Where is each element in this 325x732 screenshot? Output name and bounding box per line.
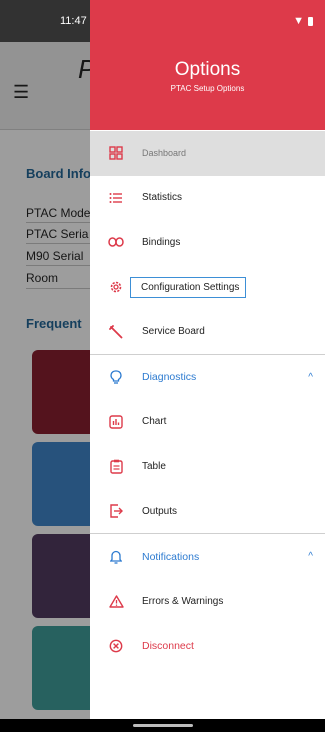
menu-item-label: Disconnect bbox=[142, 639, 194, 652]
dashboard-icon bbox=[90, 146, 142, 160]
home-gesture-handle[interactable] bbox=[133, 724, 193, 727]
menu-item-bindings[interactable]: Bindings bbox=[90, 220, 325, 265]
menu-item-table[interactable]: Table bbox=[90, 444, 325, 489]
menu-item-chart[interactable]: Chart bbox=[90, 400, 325, 445]
warning-icon bbox=[90, 595, 142, 608]
chevron-up-icon[interactable]: ^ bbox=[308, 372, 313, 383]
chevron-up-icon[interactable]: ^ bbox=[308, 551, 313, 562]
disconnect-icon bbox=[90, 639, 142, 653]
menu-section-label: Diagnostics bbox=[142, 371, 197, 384]
menu-item-label: Table bbox=[142, 460, 166, 472]
menu-item-label: Bindings bbox=[142, 236, 181, 248]
system-nav-bar bbox=[0, 719, 325, 732]
clipboard-icon bbox=[90, 459, 142, 474]
link-icon bbox=[90, 237, 142, 248]
list-icon bbox=[90, 192, 142, 204]
menu-item-label: Service Board bbox=[142, 326, 205, 338]
menu-section-label: Notifications bbox=[142, 550, 200, 563]
menu-item-configuration-settings[interactable]: Configuration Settings bbox=[90, 265, 325, 310]
menu-item-dashboard[interactable]: Dashboard bbox=[90, 131, 325, 176]
drawer-title: Options bbox=[174, 59, 241, 80]
menu-item-disconnect[interactable]: Disconnect bbox=[90, 624, 325, 669]
output-icon bbox=[90, 504, 142, 518]
drawer-subtitle: PTAC Setup Options bbox=[170, 84, 245, 93]
drawer-menu: Dashboard Statistics Bindings Configurat… bbox=[90, 130, 325, 668]
drawer-header: Options PTAC Setup Options bbox=[90, 42, 325, 130]
menu-item-label: Chart bbox=[142, 416, 167, 428]
menu-item-service-board[interactable]: Service Board bbox=[90, 309, 325, 354]
drawer-status-bar: ▼ bbox=[90, 0, 325, 42]
menu-section-diagnostics[interactable]: Diagnostics ^ bbox=[90, 355, 325, 400]
menu-item-statistics[interactable]: Statistics bbox=[90, 176, 325, 221]
bell-icon bbox=[90, 550, 142, 564]
menu-item-label: Outputs bbox=[142, 505, 178, 517]
chart-icon bbox=[90, 415, 142, 429]
menu-item-outputs[interactable]: Outputs bbox=[90, 489, 325, 534]
lightbulb-icon bbox=[90, 370, 142, 384]
menu-item-errors-warnings[interactable]: Errors & Warnings bbox=[90, 579, 325, 624]
menu-item-label: Dashboard bbox=[142, 148, 187, 159]
menu-item-label: Statistics bbox=[142, 192, 183, 204]
battery-icon bbox=[308, 16, 313, 26]
navigation-drawer: ▼ Options PTAC Setup Options Dashboard S… bbox=[90, 0, 325, 719]
wrench-icon bbox=[90, 324, 142, 339]
wifi-icon: ▼ bbox=[293, 15, 304, 27]
status-time: 11:47 bbox=[60, 15, 87, 27]
menu-item-label: Errors & Warnings bbox=[142, 595, 224, 607]
menu-section-notifications[interactable]: Notifications ^ bbox=[90, 534, 325, 579]
menu-item-label: Configuration Settings bbox=[130, 276, 247, 298]
